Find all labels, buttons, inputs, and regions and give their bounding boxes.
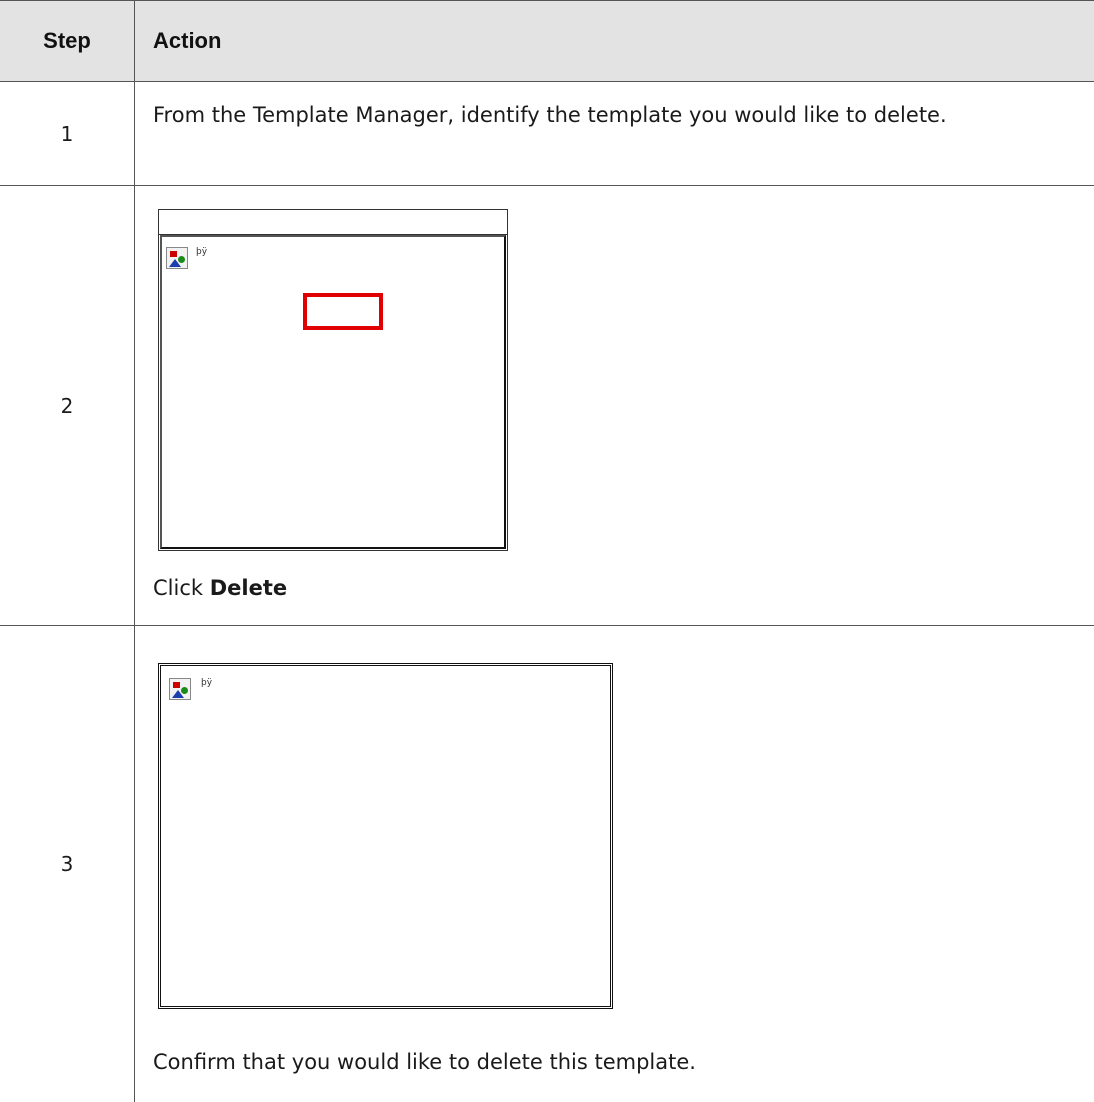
table-header-row: Step Action (0, 1, 1094, 82)
step-caption: Click Delete (153, 576, 287, 600)
screenshot-body: þÿ (160, 235, 506, 549)
step-caption: Confirm that you would like to delete th… (153, 1050, 696, 1074)
screenshot-titlebar (159, 210, 507, 235)
step-number: 2 (0, 186, 135, 625)
caption-bold: Delete (209, 576, 288, 600)
screenshot-image: þÿ (158, 663, 613, 1009)
step-action: þÿ Confirm that you would like to delete… (136, 626, 1094, 1102)
screenshot-image: þÿ (158, 209, 508, 551)
table-row: 2 þÿ Click Delete (0, 186, 1094, 626)
header-action: Action (153, 28, 222, 53)
step-action: From the Template Manager, identify the … (136, 82, 1094, 185)
table-row: 3 þÿ Confirm that you would like to dele… (0, 626, 1094, 1102)
header-step: Step (0, 1, 135, 81)
delete-highlight-box (303, 293, 383, 330)
table-row: 1 From the Template Manager, identify th… (0, 82, 1094, 186)
step-number: 1 (0, 82, 135, 185)
step-action: þÿ Click Delete (136, 186, 1094, 625)
image-alt-text: þÿ (196, 247, 208, 257)
step-number: 3 (0, 626, 135, 1102)
broken-image-icon (169, 678, 191, 700)
image-alt-text: þÿ (201, 678, 213, 688)
steps-table: Step Action 1 From the Template Manager,… (0, 0, 1094, 1102)
broken-image-icon (166, 247, 188, 269)
step-instruction: From the Template Manager, identify the … (153, 103, 947, 127)
caption-prefix: Click (153, 576, 210, 600)
